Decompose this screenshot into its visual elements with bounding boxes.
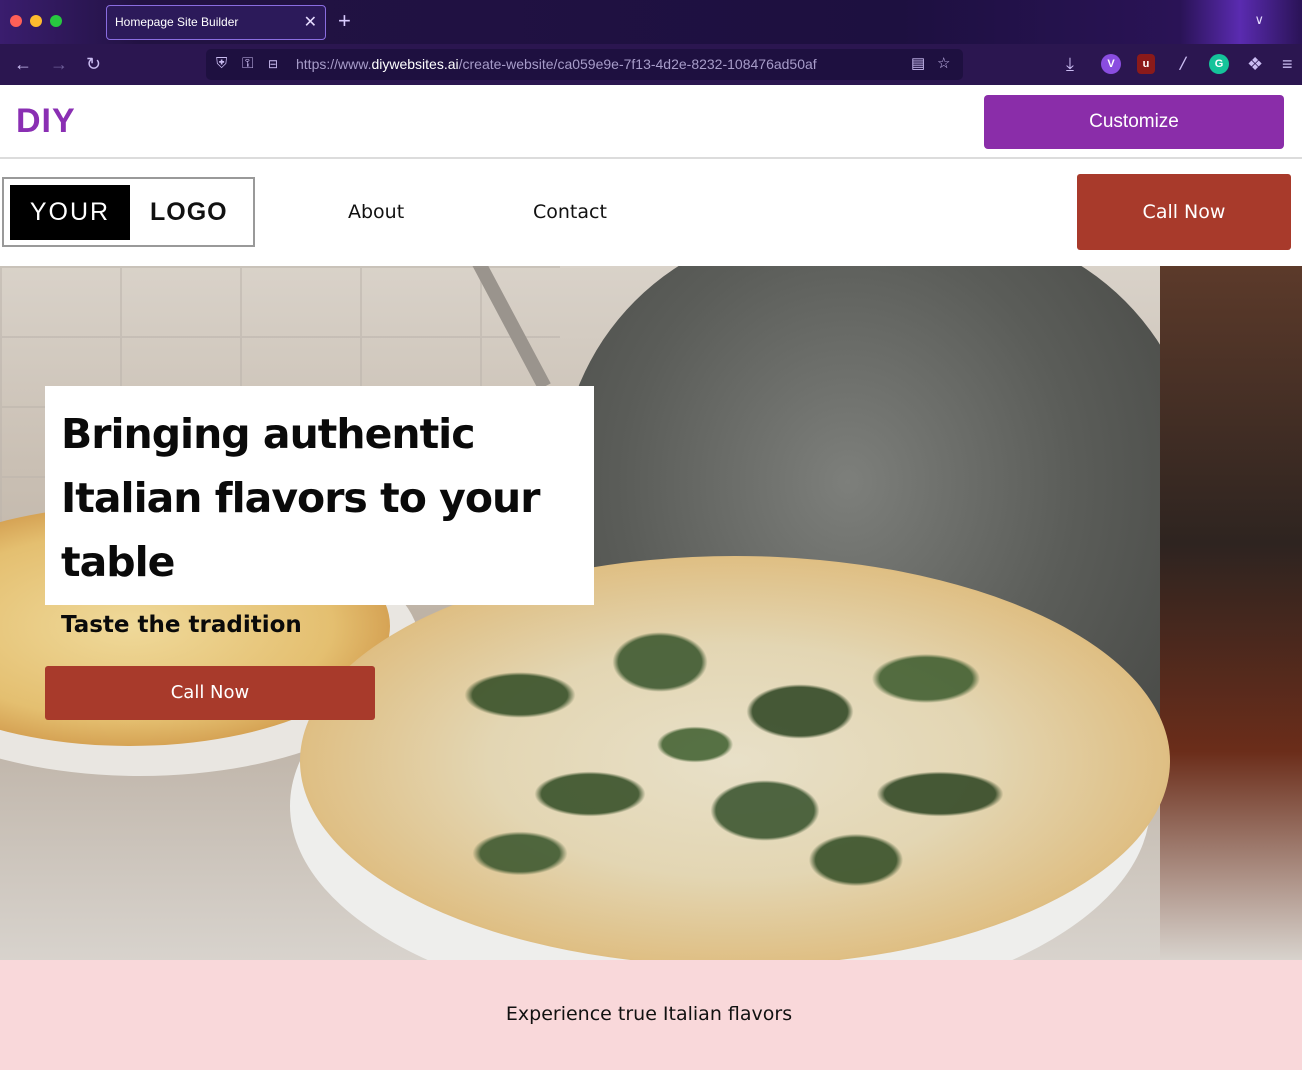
minimize-window-button[interactable] bbox=[30, 15, 42, 27]
url-path: /create-website/ca059e9e-7f13-4d2e-8232-… bbox=[458, 56, 817, 72]
tab-bar: Homepage Site Builder ✕ + ∨ bbox=[0, 0, 1302, 44]
diy-logo[interactable]: DIY bbox=[16, 102, 76, 141]
permissions-icon[interactable]: ⊟ bbox=[268, 55, 278, 73]
address-bar[interactable]: ⛨ ⚿ ⊟ https://www.diywebsites.ai/create-… bbox=[206, 49, 963, 80]
hero-background-shelf bbox=[1160, 266, 1302, 960]
tab-title: Homepage Site Builder bbox=[115, 15, 239, 29]
hero-subtitle: Taste the tradition bbox=[61, 612, 302, 638]
reader-view-icon[interactable]: ▤ bbox=[911, 55, 925, 73]
reload-icon[interactable]: ↻ bbox=[86, 53, 101, 75]
customize-button[interactable]: Customize bbox=[984, 95, 1284, 149]
hero-text-box: Bringing authentic Italian flavors to yo… bbox=[45, 386, 594, 638]
app-menu-icon[interactable]: ≡ bbox=[1282, 53, 1293, 75]
nav-link-contact[interactable]: Contact bbox=[533, 201, 607, 223]
url-domain: diywebsites.ai bbox=[371, 56, 459, 72]
logo-left-text: YOUR bbox=[10, 185, 130, 240]
hero-pizza-toppings bbox=[380, 596, 1080, 926]
close-window-button[interactable] bbox=[10, 15, 22, 27]
hero-title: Bringing authentic Italian flavors to yo… bbox=[61, 410, 540, 586]
browser-toolbar: ← → ↻ ⛨ ⚿ ⊟ https://www.diywebsites.ai/c… bbox=[0, 44, 1302, 85]
page-bottom bbox=[0, 1070, 1302, 1087]
url-prefix: https://www. bbox=[296, 56, 372, 72]
shield-icon[interactable]: ⛨ bbox=[216, 55, 227, 73]
nav-link-about[interactable]: About bbox=[348, 201, 404, 223]
extensions-puzzle-icon[interactable]: ❖ bbox=[1247, 53, 1263, 75]
close-icon[interactable]: ✕ bbox=[304, 6, 317, 39]
logo-right-text: LOGO bbox=[150, 198, 228, 226]
ublock-extension-icon[interactable]: u bbox=[1137, 54, 1155, 74]
feature-band-text: Experience true Italian flavors bbox=[505, 1003, 793, 1025]
maximize-window-button[interactable] bbox=[50, 15, 62, 27]
new-tab-plus-icon[interactable]: + bbox=[338, 8, 351, 34]
forward-arrow-icon[interactable]: → bbox=[50, 53, 68, 75]
grammarly-extension-icon[interactable]: G bbox=[1209, 54, 1229, 74]
hero-section: Bringing authentic Italian flavors to yo… bbox=[0, 266, 1302, 960]
back-arrow-icon[interactable]: ← bbox=[14, 53, 32, 75]
call-now-header-button[interactable]: Call Now bbox=[1077, 174, 1291, 250]
call-now-hero-button[interactable]: Call Now bbox=[45, 666, 375, 720]
site-navigation: YOUR LOGO About Contact Call Now bbox=[0, 159, 1302, 266]
download-icon[interactable]: ⤓ bbox=[1066, 53, 1074, 75]
color-picker-extension-icon[interactable]: ╱ bbox=[1173, 54, 1193, 74]
browser-tab-active[interactable]: Homepage Site Builder ✕ bbox=[106, 5, 326, 40]
builder-header: DIY Customize bbox=[0, 85, 1302, 159]
lock-icon[interactable]: ⚿ bbox=[242, 55, 253, 73]
vpn-extension-icon[interactable]: V bbox=[1101, 54, 1121, 74]
site-logo[interactable]: YOUR LOGO bbox=[2, 177, 255, 247]
url-text[interactable]: https://www.diywebsites.ai/create-websit… bbox=[296, 56, 817, 72]
bookmark-star-icon[interactable]: ☆ bbox=[937, 55, 950, 73]
chevron-down-icon[interactable]: ∨ bbox=[1254, 12, 1264, 28]
browser-chrome: Homepage Site Builder ✕ + ∨ ← → ↻ ⛨ ⚿ ⊟ … bbox=[0, 0, 1302, 85]
feature-band: Experience true Italian flavors bbox=[0, 960, 1302, 1070]
